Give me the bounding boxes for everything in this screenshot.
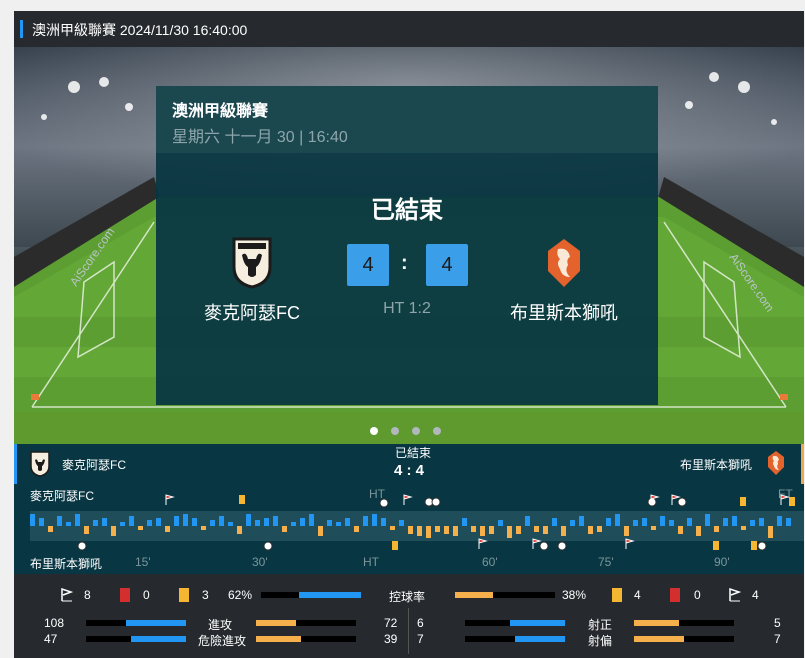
danger-attack-label: 危險進攻 (198, 634, 247, 648)
match-status: 已結束 (371, 197, 443, 224)
possession-away-bar (455, 592, 555, 598)
goal-ball-icon (379, 498, 389, 508)
corner-flag-icon (729, 588, 742, 602)
yellow-card-icon (612, 588, 622, 602)
danger-attack-away-bar (256, 636, 356, 642)
carousel-dot-1[interactable] (370, 427, 378, 435)
goal-ball-icon (677, 497, 687, 507)
shots-off-away-bar (634, 636, 734, 642)
home-small-logo-icon (30, 451, 50, 477)
corner-flag-icon (625, 538, 635, 549)
possession-away: 38% (562, 588, 587, 602)
home-team-name[interactable]: 麥克阿瑟FC (172, 299, 332, 325)
shots-on-label: 射正 (588, 618, 613, 632)
carousel-dot-3[interactable] (412, 427, 420, 435)
tick-ht: HT (363, 555, 379, 569)
possession-home-bar (261, 592, 361, 598)
bar-score: 4 : 4 (393, 462, 424, 479)
attack-home: 108 (44, 616, 65, 630)
attack-home-bar (86, 620, 186, 626)
away-team-logo-icon[interactable] (544, 237, 584, 294)
shots-on-away: 5 (774, 616, 781, 630)
danger-attack-away: 39 (384, 632, 398, 646)
corner-flag-icon (61, 588, 74, 602)
shots-on-away-bar (634, 620, 734, 626)
title-bar: 澳洲甲級聯賽 2024/11/30 16:40:00 (14, 11, 804, 47)
tick-90: 90' (714, 555, 730, 569)
card-header: 澳洲甲級聯賽 星期六 十一月 30 | 16:40 (156, 86, 658, 153)
attack-away-bar (256, 620, 356, 626)
league-name: 澳洲甲級聯賽 (172, 103, 269, 120)
tick-30: 30' (252, 555, 268, 569)
goal-ball-icon (263, 541, 273, 551)
timeline-away-label: 布里斯本獅吼 (30, 557, 103, 571)
home-yellow-cards: 3 (202, 588, 209, 602)
possession-home: 62% (228, 588, 253, 602)
yellow-card-icon (179, 588, 189, 602)
away-team-name[interactable]: 布里斯本獅吼 (484, 299, 644, 325)
stats-divider (408, 608, 409, 654)
home-team-logo-icon[interactable] (232, 237, 272, 294)
goal-ball-icon (757, 541, 767, 551)
carousel-dots (370, 422, 454, 440)
corner-flag-icon (780, 494, 790, 505)
away-yellow-cards: 4 (634, 588, 641, 602)
corner-flag-icon (165, 494, 175, 505)
goal-ball-icon (77, 541, 87, 551)
yellow-card-icon (751, 541, 757, 550)
goal-ball-icon (557, 541, 567, 551)
red-card-icon (120, 588, 130, 602)
away-small-logo-icon (768, 451, 784, 475)
shots-on-home-bar (465, 620, 565, 626)
corner-flag-icon (532, 538, 542, 549)
home-score: 4 (347, 244, 389, 286)
shots-off-home-bar (465, 636, 565, 642)
corner-flag-icon (403, 494, 413, 505)
halftime-score: HT 1:2 (383, 300, 431, 317)
home-corners: 8 (84, 588, 91, 602)
away-red-cards: 0 (694, 588, 701, 602)
tick-75: 75' (598, 555, 614, 569)
home-red-cards: 0 (143, 588, 150, 602)
carousel-dot-4[interactable] (433, 427, 441, 435)
team-bar: 麥克阿瑟FC 已結束 4 : 4 布里斯本獅吼 (14, 444, 804, 484)
red-card-icon (670, 588, 680, 602)
shots-off-home: 7 (417, 632, 424, 646)
tick-15: 15' (135, 555, 151, 569)
danger-attack-home: 47 (44, 632, 58, 646)
danger-attack-home-bar (86, 636, 186, 642)
home-stripe (14, 444, 17, 484)
away-stripe (801, 444, 804, 484)
stats-panel: 8 0 3 62% 控球率 38% 4 0 4 108 進攻 72 47 危險進… (14, 574, 804, 658)
away-corners: 4 (752, 588, 759, 602)
yellow-card-icon (392, 541, 398, 550)
shots-off-away: 7 (774, 632, 781, 646)
attack-away: 72 (384, 616, 398, 630)
yellow-card-icon (239, 495, 245, 504)
match-card: 澳洲甲級聯賽 星期六 十一月 30 | 16:40 已結束 麥克阿瑟FC 4 :… (156, 86, 658, 405)
yellow-card-icon (713, 541, 719, 550)
score-colon: : (401, 252, 408, 274)
bar-status: 已結束 (394, 446, 431, 460)
attack-label: 進攻 (208, 618, 233, 632)
timeline-events (77, 494, 795, 551)
yellow-card-icon (789, 497, 795, 506)
tick-60: 60' (482, 555, 498, 569)
match-timeline: 麥克阿瑟FC HT FT 布里斯本獅吼 15' 30' HT 60' 75' 9… (14, 484, 804, 574)
away-team-short: 布里斯本獅吼 (680, 458, 753, 472)
page-title: 澳洲甲級聯賽 2024/11/30 16:40:00 (32, 22, 248, 38)
shots-off-label: 射偏 (588, 634, 613, 648)
carousel-dot-2[interactable] (391, 427, 399, 435)
possession-label: 控球率 (389, 590, 426, 604)
shots-on-home: 6 (417, 616, 424, 630)
goal-ball-icon (539, 541, 549, 551)
goal-ball-icon (431, 497, 441, 507)
corner-flag-icon (478, 538, 488, 549)
home-team-short: 麥克阿瑟FC (62, 458, 126, 472)
away-score: 4 (426, 244, 468, 286)
match-date: 星期六 十一月 30 | 16:40 (172, 129, 348, 146)
title-accent (20, 20, 23, 38)
yellow-card-icon (740, 497, 746, 506)
